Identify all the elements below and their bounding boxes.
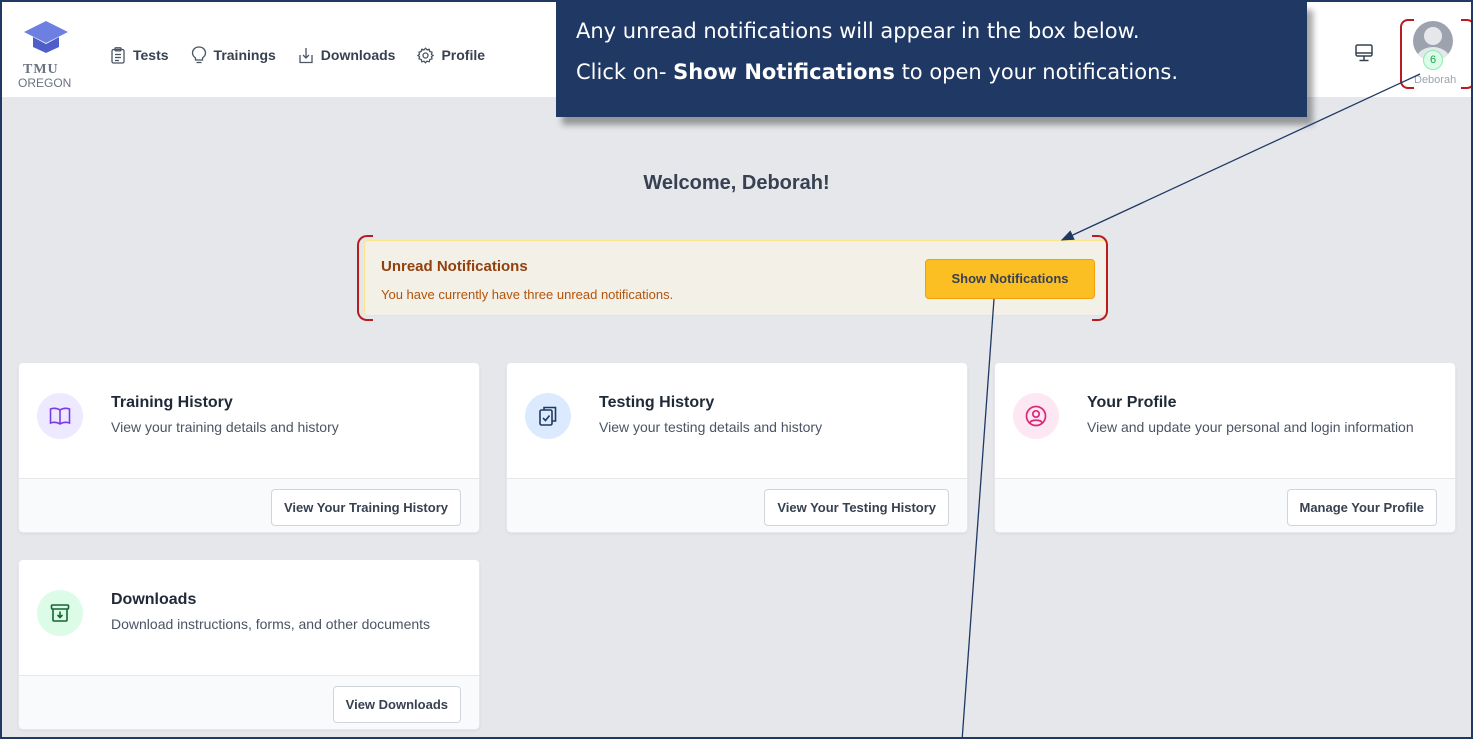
main-nav: Tests Trainings Downloads Profile [110,46,485,64]
app-frame: TMU OREGON Tests Trainings Downloads Pro… [0,0,1473,739]
card-testing-history: Testing History View your testing detail… [506,362,968,533]
card-description: View your training details and history [111,419,339,435]
graduation-cap-icon [24,21,68,53]
callout-line-2: Click on- Show Notifications to open you… [576,59,1307,85]
manage-your-profile-button[interactable]: Manage Your Profile [1286,489,1437,526]
card-training-history: Training History View your training deta… [18,362,480,533]
notifications-title: Unread Notifications [381,258,528,275]
card-footer: View Downloads [19,675,479,729]
notification-count-badge: 6 [1423,50,1443,70]
nav-label-tests: Tests [133,47,169,63]
monitor-icon[interactable] [1354,43,1374,63]
card-icon-bg [37,393,83,439]
nav-item-tests[interactable]: Tests [110,46,169,64]
unread-notifications-banner: Unread Notifications You have currently … [364,240,1108,316]
card-title: Downloads [111,591,197,608]
nav-item-downloads[interactable]: Downloads [298,46,396,64]
tutorial-callout: Any unread notifications will appear in … [556,2,1307,117]
user-name: Deborah [1414,74,1457,86]
card-description: View your testing details and history [599,419,823,435]
callout-line-2-suffix: to open your notifications. [894,60,1179,84]
clipboard-list-icon [111,46,125,64]
welcome-heading: Welcome, Deborah! [643,172,830,194]
card-description: Download instructions, forms, and other … [111,616,431,632]
card-footer: View Your Training History [19,478,479,532]
logo-text-oregon: OREGON [18,76,72,90]
card-footer: Manage Your Profile [995,478,1455,532]
user-circle-icon [1025,405,1047,427]
annotation-bracket-user-left [1400,19,1414,89]
show-notifications-button[interactable]: Show Notifications [925,259,1095,299]
view-testing-history-button[interactable]: View Your Testing History [764,489,949,526]
card-title: Training History [111,394,233,411]
nav-item-profile[interactable]: Profile [417,46,485,64]
nav-label-trainings: Trainings [213,47,276,63]
gear-icon [417,46,435,64]
callout-line-1: Any unread notifications will appear in … [576,19,1140,43]
card-icon-bg [37,590,83,636]
archive-download-icon [50,604,70,622]
annotation-bracket-notif-right [1092,235,1108,321]
card-icon-bg [1013,393,1059,439]
view-training-history-button[interactable]: View Your Training History [271,489,461,526]
view-downloads-button[interactable]: View Downloads [332,686,461,723]
card-description: View and update your personal and login … [1087,419,1414,435]
card-title: Testing History [599,394,715,411]
book-open-icon [49,407,71,425]
card-downloads: Downloads Download instructions, forms, … [18,559,480,730]
card-title: Your Profile [1087,394,1177,411]
card-footer: View Your Testing History [507,478,967,532]
annotation-bracket-notif-left [357,235,373,321]
callout-line-2-prefix: Click on- [576,60,674,84]
card-icon-bg [525,393,571,439]
logo[interactable]: TMU OREGON [18,18,82,90]
annotation-bracket-user-right [1461,19,1471,89]
nav-label-profile: Profile [441,47,486,63]
nav-label-downloads: Downloads [320,47,396,63]
notifications-text: You have currently have three unread not… [381,287,674,302]
clipboard-check-icon [539,406,557,426]
card-your-profile: Your Profile View and update your person… [994,362,1456,533]
lightbulb-icon [191,46,206,64]
download-tray-icon [299,47,313,63]
callout-line-2-bold: Show Notifications [673,60,895,84]
nav-item-trainings[interactable]: Trainings [191,46,276,64]
